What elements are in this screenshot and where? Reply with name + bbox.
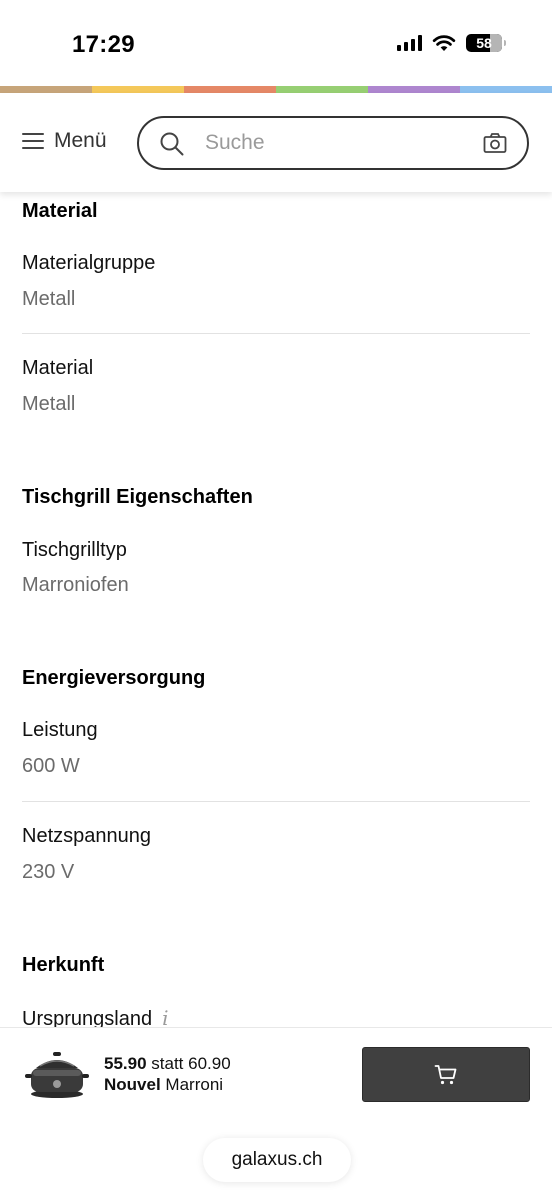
divider <box>22 333 530 334</box>
status-icons: 58 <box>397 34 506 52</box>
product-name: Marroni <box>165 1075 224 1094</box>
cellular-signal-icon <box>397 35 422 51</box>
section-title-energieversorgung: Energieversorgung <box>22 667 206 689</box>
section-title-material: Material <box>22 200 98 222</box>
sticky-buy-bar: 55.90 statt 60.90 Nouvel Marroni galaxus… <box>0 1027 552 1200</box>
property-label-material: Material <box>22 357 94 379</box>
battery-level: 58 <box>476 35 492 51</box>
property-value-netzspannung: 230 V <box>22 861 75 883</box>
add-to-cart-button[interactable] <box>362 1047 530 1102</box>
stripe-segment <box>276 86 368 93</box>
property-label-netzspannung: Netzspannung <box>22 825 151 847</box>
product-brand: Nouvel <box>104 1075 161 1094</box>
current-price: 55.90 <box>104 1054 147 1073</box>
property-value-tischgrilltyp: Marroniofen <box>22 574 129 596</box>
stripe-segment <box>460 86 552 93</box>
stripe-segment <box>368 86 460 93</box>
section-title-tischgrill: Tischgrill Eigenschaften <box>22 486 253 508</box>
wifi-icon <box>432 35 456 51</box>
stripe-segment <box>92 86 184 93</box>
cart-icon <box>434 1064 457 1084</box>
property-label-tischgrilltyp: Tischgrilltyp <box>22 539 127 561</box>
camera-search-icon[interactable] <box>483 132 507 154</box>
battery-icon: 58 <box>466 34 506 52</box>
status-time: 17:29 <box>72 31 135 58</box>
hamburger-icon <box>22 133 44 149</box>
search-bar[interactable] <box>137 116 529 170</box>
status-bar: 17:29 58 <box>0 0 552 86</box>
menu-label: Menü <box>54 129 107 152</box>
product-name-line[interactable]: Nouvel Marroni <box>104 1075 223 1095</box>
site-header: Menü <box>0 93 552 192</box>
brand-color-stripe <box>0 86 552 93</box>
browser-url-pill[interactable]: galaxus.ch <box>203 1138 351 1182</box>
property-label-leistung: Leistung <box>22 719 98 741</box>
product-thumbnail[interactable] <box>24 1048 90 1100</box>
property-value-material: Metall <box>22 393 76 415</box>
price-line: 55.90 statt 60.90 <box>104 1054 231 1074</box>
menu-button[interactable]: Menü <box>22 129 107 153</box>
property-value-materialgruppe: Metall <box>22 288 76 310</box>
divider <box>22 801 530 802</box>
stripe-segment <box>0 86 92 93</box>
section-title-herkunft: Herkunft <box>22 954 105 976</box>
stripe-segment <box>184 86 276 93</box>
original-price: statt 60.90 <box>151 1054 231 1073</box>
search-icon[interactable] <box>159 131 185 157</box>
property-value-leistung: 600 W <box>22 755 80 777</box>
search-input[interactable] <box>205 130 465 156</box>
property-label-materialgruppe: Materialgruppe <box>22 252 156 274</box>
